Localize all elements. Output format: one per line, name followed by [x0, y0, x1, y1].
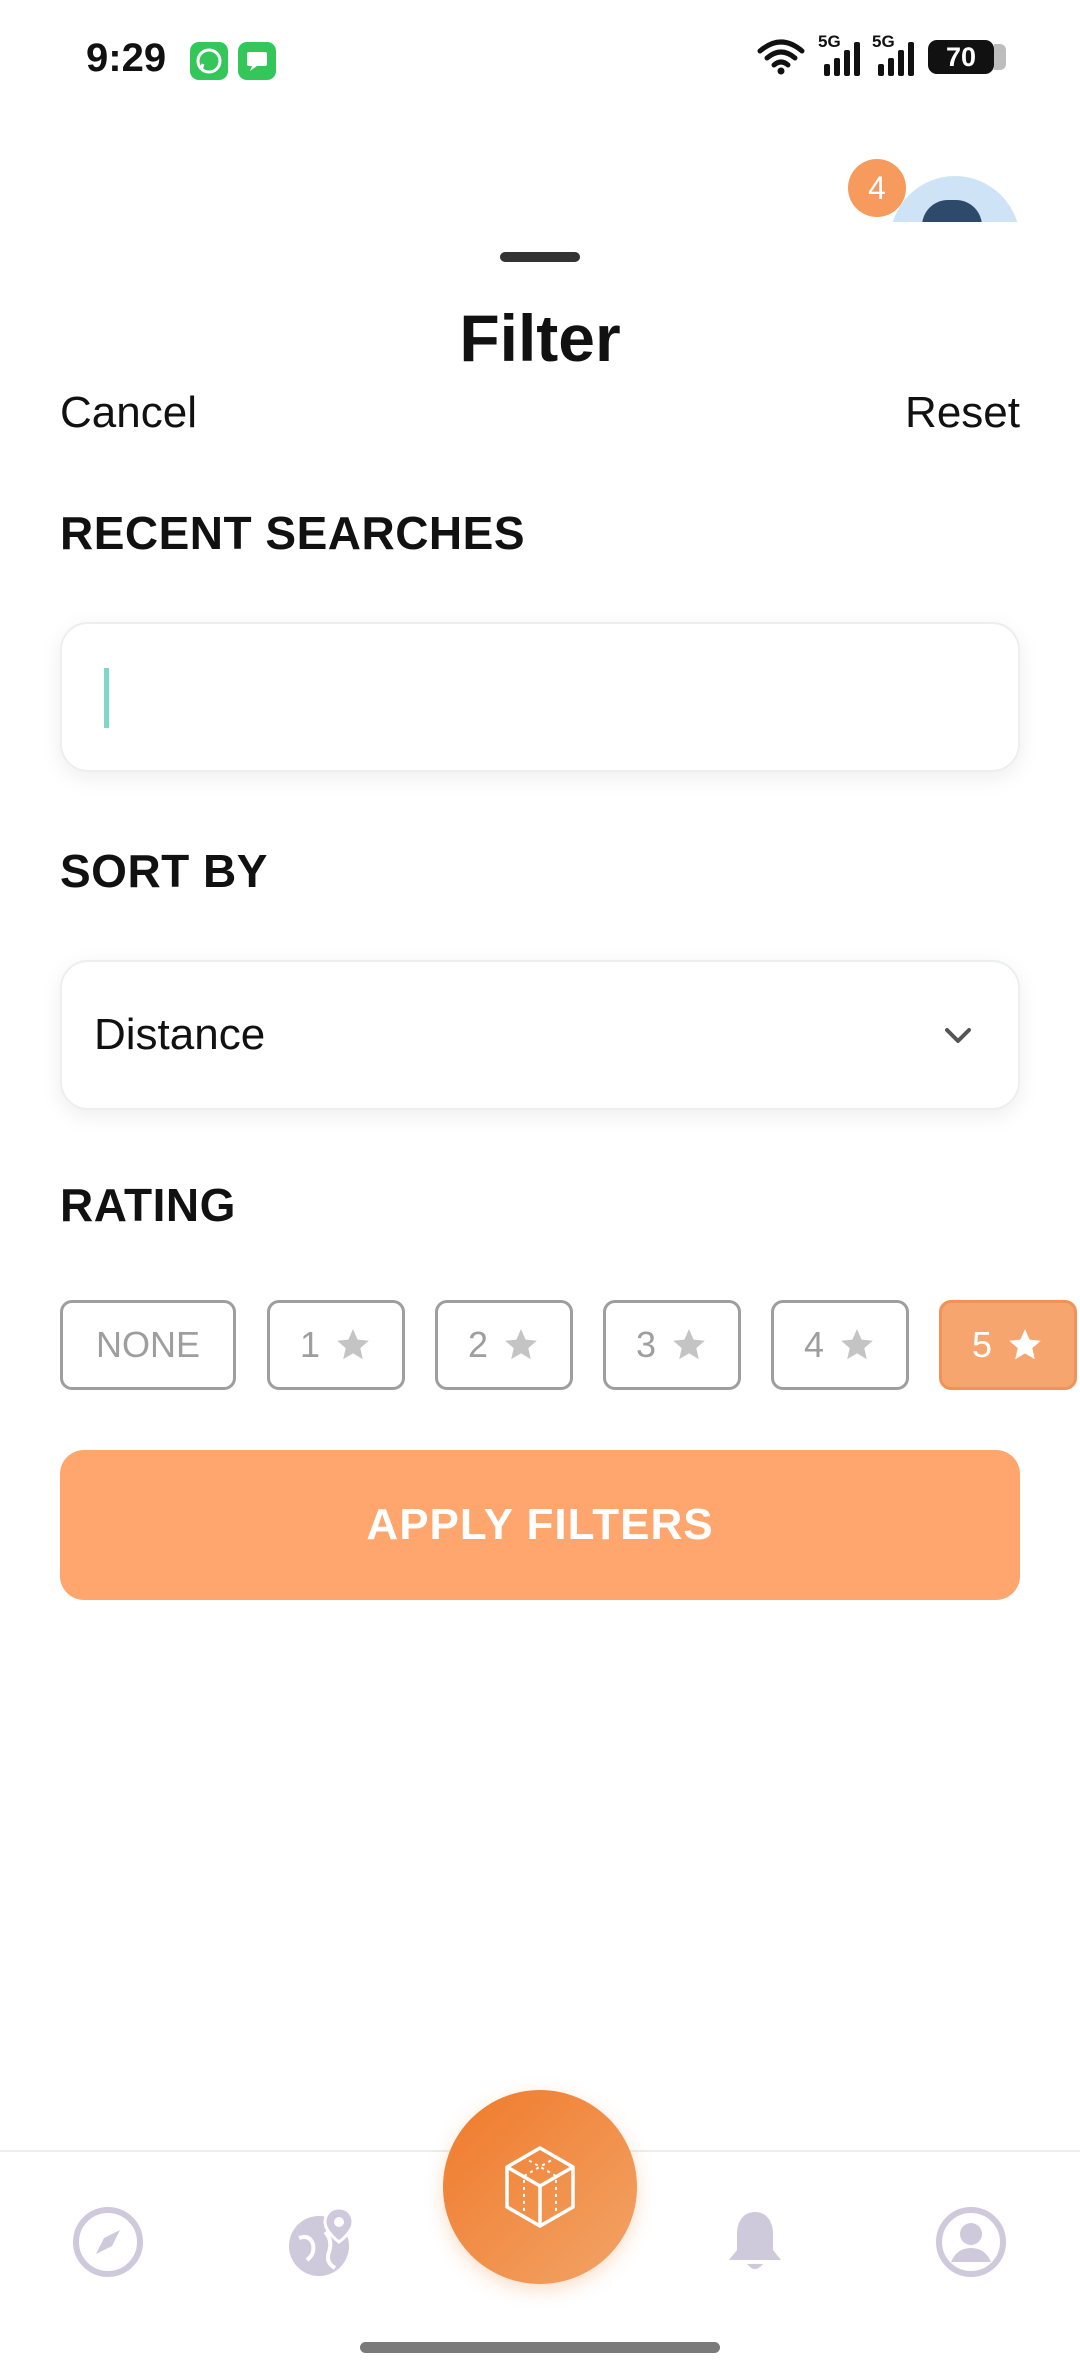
- sheet-grabber[interactable]: [500, 252, 580, 262]
- sheet-title: Filter: [459, 301, 621, 375]
- profile-icon: [936, 2207, 1006, 2277]
- cube-icon: [505, 2146, 575, 2228]
- recent-searches-label: RECENT SEARCHES: [60, 507, 526, 559]
- battery-indicator: 70: [928, 40, 1006, 74]
- rating-label: RATING: [60, 1179, 236, 1231]
- rating-option-4[interactable]: 4: [771, 1300, 909, 1390]
- status-indicators: 5G 5G 70: [756, 32, 1006, 76]
- star-icon: [505, 1329, 537, 1360]
- filter-sheet: Filter Cancel Reset RECENT SEARCHES SORT…: [0, 222, 1080, 2152]
- rating-option-2[interactable]: 2: [435, 1300, 573, 1390]
- reset-button[interactable]: Reset: [905, 388, 1020, 438]
- status-time: 9:29: [86, 36, 167, 80]
- cellular-signal-1: 5G: [818, 32, 860, 76]
- rating-option-none[interactable]: NONE: [60, 1300, 236, 1390]
- chevron-down-icon: [945, 1028, 971, 1043]
- sort-by-value: Distance: [94, 1010, 266, 1059]
- globe-pin-icon: [289, 2206, 355, 2276]
- rating-options: NONE 1 2 3 4 5: [60, 1300, 1080, 1390]
- sort-by-label: SORT BY: [60, 845, 268, 897]
- status-bar: 9:29 5G 5G 70: [0, 0, 1080, 120]
- wifi-icon: [757, 39, 805, 75]
- star-icon: [1009, 1329, 1041, 1360]
- home-indicator[interactable]: [360, 2342, 720, 2353]
- sort-by-select[interactable]: Distance: [60, 960, 1020, 1110]
- cancel-button[interactable]: Cancel: [60, 388, 197, 438]
- whatsapp-icon: [190, 42, 228, 80]
- text-caret: [104, 668, 109, 728]
- bell-icon: [729, 2212, 781, 2269]
- compass-icon: [73, 2207, 143, 2277]
- messages-icon: [238, 42, 276, 80]
- rating-option-5[interactable]: 5: [939, 1300, 1077, 1390]
- star-icon: [841, 1329, 873, 1360]
- star-icon: [337, 1329, 369, 1360]
- recent-searches-input[interactable]: [60, 622, 1020, 772]
- nav-map[interactable]: [283, 2202, 363, 2282]
- nav-explore[interactable]: [68, 2202, 148, 2282]
- cellular-signal-2: 5G: [872, 32, 914, 76]
- star-icon: [673, 1329, 705, 1360]
- apply-filters-button[interactable]: APPLY FILTERS: [60, 1450, 1020, 1600]
- notification-count-badge: 4: [848, 159, 906, 217]
- rating-option-1[interactable]: 1: [267, 1300, 405, 1390]
- rating-option-3[interactable]: 3: [603, 1300, 741, 1390]
- center-action-button[interactable]: [443, 2090, 637, 2284]
- nav-profile[interactable]: [931, 2202, 1011, 2282]
- nav-notifications[interactable]: [715, 2202, 795, 2282]
